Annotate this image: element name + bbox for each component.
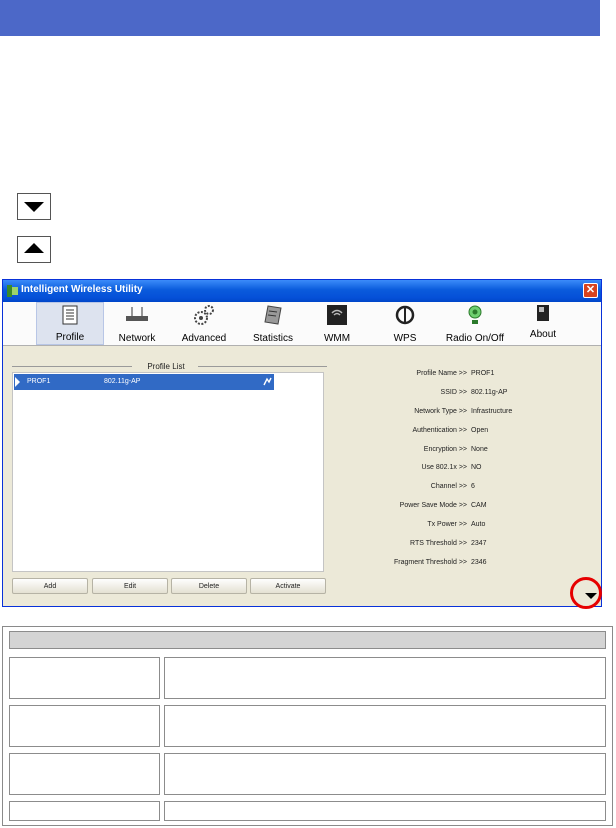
tab-label-radio: Radio On/Off: [445, 333, 505, 344]
radio-icon: [468, 305, 482, 324]
detail-rts-threshold: RTS Threshold >> 2347: [333, 540, 593, 552]
detail-value: NO: [471, 464, 482, 471]
detail-label: Use 802.1x >>: [421, 464, 467, 471]
detail-fragment-threshold: Fragment Threshold >> 2346: [333, 559, 593, 571]
collapse-arrow-box: [17, 236, 51, 263]
detail-encryption: Encryption >> None: [333, 446, 593, 458]
highlight-circle: [570, 577, 602, 609]
profile-row[interactable]: PROF1 802.11g-AP: [14, 374, 274, 390]
about-icon: [537, 305, 549, 321]
profile-actions: Add Edit Delete Activate: [12, 578, 328, 596]
wps-icon: [395, 305, 415, 325]
statistics-icon: [264, 305, 282, 325]
table-cell: [164, 657, 606, 699]
expand-arrow-box: [17, 193, 51, 220]
edit-button[interactable]: Edit: [92, 578, 168, 594]
wmm-icon: [327, 305, 347, 325]
delete-button[interactable]: Delete: [171, 578, 247, 594]
detail-label: SSID >>: [440, 389, 467, 396]
table-cell: [164, 801, 606, 821]
tab-label-profile: Profile: [55, 332, 85, 343]
table-cell: [9, 801, 160, 821]
table-cell: [164, 753, 606, 795]
detail-profile-name: Profile Name >> PROF1: [333, 370, 593, 382]
tab-statistics[interactable]: Statistics: [243, 302, 303, 345]
detail-network-type: Network Type >> Infrastructure: [333, 408, 593, 420]
detail-value: 802.11g-AP: [471, 389, 508, 396]
detail-label: Encryption >>: [423, 446, 467, 453]
detail-power-save-mode: Power Save Mode >> CAM: [333, 502, 593, 514]
tab-label-network: Network: [118, 333, 156, 344]
app-icon: [7, 285, 18, 297]
group-divider: [198, 366, 327, 367]
toolbar: Profile Network Advanced Statistics WMM …: [3, 302, 601, 346]
detail-ssid: SSID >> 802.11g-AP: [333, 389, 593, 401]
detail-value: Infrastructure: [471, 408, 513, 415]
detail-label: Channel >>: [430, 483, 467, 490]
tab-wps[interactable]: WPS: [385, 302, 425, 345]
detail-label: RTS Threshold >>: [410, 540, 467, 547]
close-button[interactable]: ✕: [583, 283, 598, 298]
profile-list-label: Profile List: [147, 362, 185, 371]
network-icon: [126, 307, 148, 321]
tab-label-advanced: Advanced: [181, 333, 227, 344]
table-cell: [9, 753, 160, 795]
tab-profile[interactable]: Profile: [36, 302, 104, 345]
window-title: Intelligent Wireless Utility: [21, 284, 143, 295]
detail-channel: Channel >> 6: [333, 483, 593, 495]
page-header-bar: [0, 0, 600, 36]
table-cell: [9, 657, 160, 699]
detail-use-8021x: Use 802.1x >> NO: [333, 464, 593, 476]
tab-about[interactable]: About: [521, 302, 565, 345]
table-cell: [164, 705, 606, 747]
tab-wmm[interactable]: WMM: [317, 302, 357, 345]
detail-label: Network Type >>: [414, 408, 467, 415]
tab-label-about: About: [529, 329, 557, 340]
detail-value: Open: [471, 427, 489, 434]
tab-network[interactable]: Network: [109, 302, 165, 345]
detail-value: PROF1: [471, 370, 495, 377]
profile-ssid-cell: 802.11g-AP: [104, 378, 141, 385]
detail-value: Auto: [471, 521, 486, 528]
triangle-up-icon: [24, 243, 44, 253]
utility-window: Intelligent Wireless Utility ✕ Profile N…: [2, 279, 602, 607]
profile-name-cell: PROF1: [27, 378, 51, 385]
detail-value: 2346: [471, 559, 487, 566]
advanced-icon: [194, 305, 214, 325]
tab-radio-on-off[interactable]: Radio On/Off: [439, 302, 511, 345]
connected-status-icon: [263, 377, 272, 386]
detail-label: Profile Name >>: [416, 370, 467, 377]
detail-label: Authentication >>: [412, 427, 468, 434]
selected-marker-icon: [15, 377, 20, 387]
tab-label-statistics: Statistics: [252, 333, 293, 344]
title-bar[interactable]: Intelligent Wireless Utility ✕: [3, 280, 601, 302]
description-table: [2, 626, 613, 826]
profile-list[interactable]: PROF1 802.11g-AP: [12, 372, 324, 572]
detail-value: 6: [471, 483, 475, 490]
tab-label-wmm: WMM: [323, 333, 351, 344]
detail-label: Tx Power >>: [427, 521, 467, 528]
detail-authentication: Authentication >> Open: [333, 427, 593, 439]
detail-label: Fragment Threshold >>: [393, 559, 467, 566]
detail-value: CAM: [471, 502, 487, 509]
group-divider: [12, 366, 132, 367]
tab-label-wps: WPS: [393, 333, 417, 344]
detail-label: Power Save Mode >>: [399, 502, 467, 509]
table-header: [9, 631, 606, 649]
table-cell: [9, 705, 160, 747]
profile-icon: [62, 305, 78, 325]
detail-value: None: [471, 446, 488, 453]
triangle-down-icon: [24, 202, 44, 212]
detail-tx-power: Tx Power >> Auto: [333, 521, 593, 533]
detail-value: 2347: [471, 540, 487, 547]
add-button[interactable]: Add: [12, 578, 88, 594]
activate-button[interactable]: Activate: [250, 578, 326, 594]
tab-advanced[interactable]: Advanced: [175, 302, 233, 345]
